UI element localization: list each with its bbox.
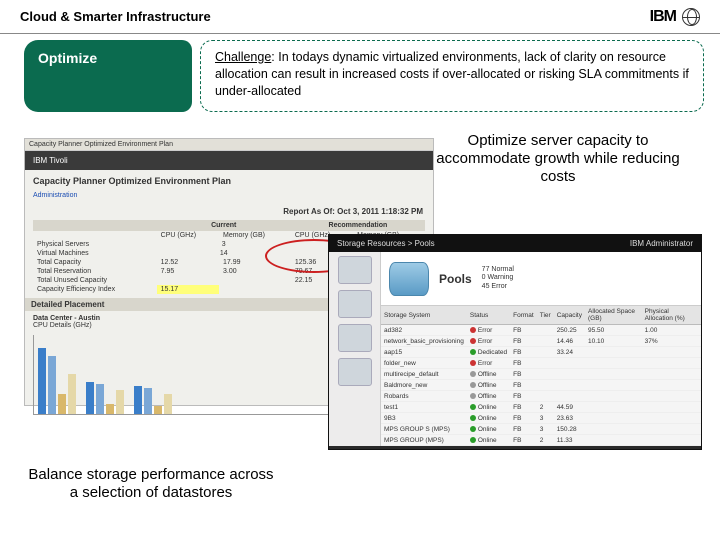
col-name[interactable]: Storage System — [381, 306, 467, 325]
pool-cylinder-icon — [389, 262, 429, 296]
table-row[interactable]: aap15DedicatedFB33.24 — [381, 347, 701, 358]
col-status[interactable]: Status — [467, 306, 510, 325]
server-resources-icon[interactable] — [338, 324, 372, 352]
tab-bar[interactable]: Capacity Planner Optimized Environment P… — [25, 139, 433, 151]
legend-warning: 0 Warning — [482, 274, 514, 282]
optimize-pill: Optimize — [24, 40, 182, 112]
label-balance-storage: Balance storage performance across a sel… — [24, 464, 278, 504]
col-alloc[interactable]: Allocated Space (GB) — [585, 306, 642, 325]
report-asof: Report As Of: Oct 3, 2011 1:18:32 PM — [25, 205, 433, 218]
col-tier[interactable]: Tier — [537, 306, 554, 325]
table-row[interactable]: Baldmore_newOfflineFB — [381, 380, 701, 391]
tpc-sidebar — [329, 252, 381, 446]
col-format[interactable]: Format — [510, 306, 537, 325]
callout-row: Optimize Challenge: In todays dynamic vi… — [0, 34, 720, 118]
table-row[interactable]: MPS GROUP S (MPS)OnlineFB3150.28 — [381, 424, 701, 435]
row-totalcap: Total Capacity — [33, 258, 157, 267]
pool-header: Pools 77 Normal 0 Warning 45 Error — [381, 252, 701, 306]
challenge-text: : In todays dynamic virtualized environm… — [215, 50, 689, 98]
report-title: Capacity Planner Optimized Environment P… — [25, 170, 433, 188]
table-row[interactable]: 9B3OnlineFB323.63 — [381, 413, 701, 424]
sub-cpu: CPU (GHz) — [157, 231, 219, 240]
col-phys[interactable]: Physical Allocation (%) — [642, 306, 701, 325]
table-row[interactable]: multirecipe_defaultOfflineFB — [381, 369, 701, 380]
row-vm: Virtual Machines — [33, 249, 157, 258]
header-right: IBM — [650, 8, 700, 26]
storage-resources-icon[interactable] — [338, 290, 372, 318]
col-recommendation: Recommendation — [291, 220, 425, 231]
col-current: Current — [157, 220, 291, 231]
table-row[interactable]: network_basic_provisioningErrorFB14.4610… — [381, 336, 701, 347]
row-unused: Total Unused Capacity — [33, 276, 157, 285]
globe-icon — [682, 8, 700, 26]
pool-grid[interactable]: Storage System Status Format Tier Capaci… — [381, 306, 701, 446]
legend-normal: 77 Normal — [482, 266, 514, 274]
table-row[interactable]: RobardsOfflineFB — [381, 391, 701, 402]
pool-legend: 77 Normal 0 Warning 45 Error — [482, 266, 514, 291]
table-row[interactable]: MPS GROUP (MPS)OnlineFB211.33 — [381, 435, 701, 446]
server-header: IBM Tivoli — [25, 151, 433, 170]
table-row[interactable]: ad382ErrorFB250.2595.501.00 — [381, 325, 701, 336]
tpc-window: Storage Resources > Pools IBM Administra… — [328, 234, 702, 450]
table-row[interactable]: MPS02DSOnlineFB2142.645.30 — [381, 446, 701, 447]
tpc-titlebar: Storage Resources > Pools IBM Administra… — [329, 235, 701, 252]
stage: Optimize server capacity to accommodate … — [0, 122, 720, 502]
tpc-user[interactable]: IBM Administrator — [630, 239, 693, 248]
admin-link[interactable]: Administration — [25, 188, 433, 205]
page-header: Cloud & Smarter Infrastructure IBM — [0, 0, 720, 34]
challenge-label: Challenge — [215, 50, 271, 64]
home-icon[interactable] — [338, 256, 372, 284]
ibm-logo: IBM — [650, 8, 676, 26]
col-capacity[interactable]: Capacity — [554, 306, 585, 325]
header-brand: Cloud & Smarter Infrastructure — [20, 9, 211, 24]
table-row[interactable]: folder_newErrorFB — [381, 358, 701, 369]
row-physical: Physical Servers — [33, 240, 157, 249]
challenge-box: Challenge: In todays dynamic virtualized… — [200, 40, 704, 112]
tpc-breadcrumb[interactable]: Storage Resources > Pools — [337, 239, 435, 248]
col-blank — [33, 220, 157, 231]
label-optimize-server: Optimize server capacity to accommodate … — [428, 128, 688, 190]
network-resources-icon[interactable] — [338, 358, 372, 386]
row-totalres: Total Reservation — [33, 267, 157, 276]
tpc-main: Pools 77 Normal 0 Warning 45 Error Stora… — [381, 252, 701, 446]
pool-title: Pools — [439, 272, 472, 286]
legend-error: 45 Error — [482, 283, 514, 291]
table-row[interactable]: test1OnlineFB244.59 — [381, 402, 701, 413]
row-cei: Capacity Efficiency Index — [33, 285, 157, 294]
sub-mem: Memory (GB) — [219, 231, 291, 240]
